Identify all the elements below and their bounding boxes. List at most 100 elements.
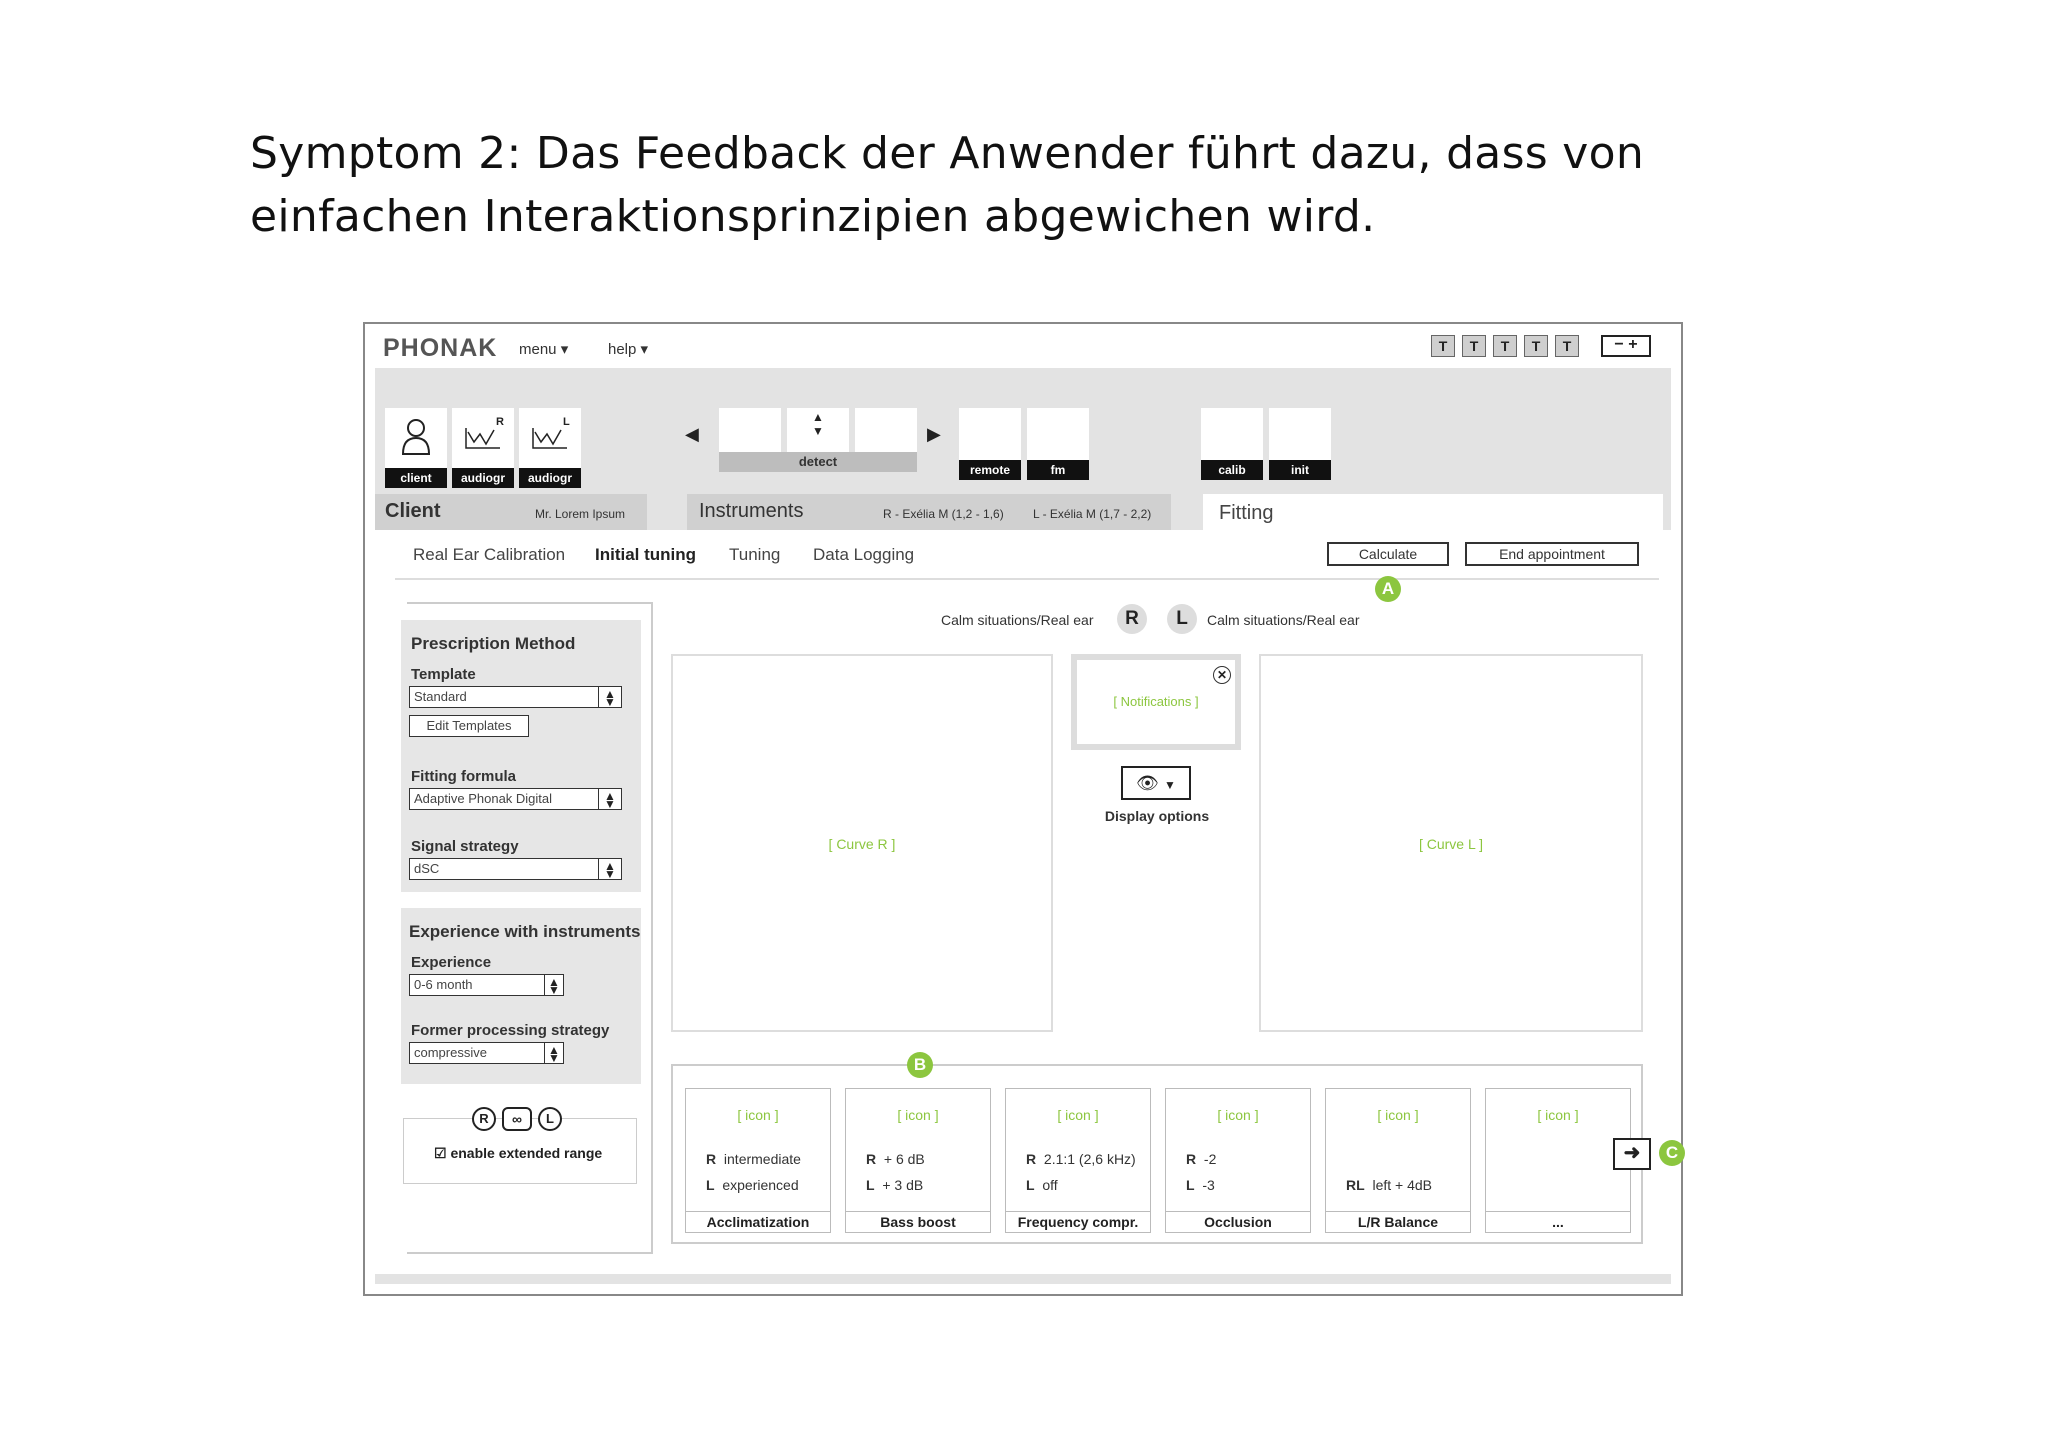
card-l-key: L (706, 1177, 715, 1193)
card-occlusion[interactable]: [ icon ] R -2 L -3 Occlusion (1165, 1088, 1311, 1233)
card-lr-balance[interactable]: [ icon ] RL left + 4dB L/R Balance (1325, 1088, 1471, 1233)
card-r-key: R (706, 1151, 717, 1167)
detect-button[interactable]: detect (719, 452, 917, 472)
client-tile (385, 408, 447, 468)
card-l-key: L (866, 1177, 875, 1193)
experience-stepper[interactable]: ▲ ▼ (544, 974, 564, 996)
left-column-top-line (407, 602, 653, 604)
former-strategy-select[interactable]: compressive (409, 1042, 545, 1064)
up-down-icon: ▲ ▼ (812, 410, 824, 438)
tab-fitting-title: Fitting (1219, 502, 1274, 524)
tab-fitting[interactable]: Fitting (1203, 494, 1663, 530)
card-r-key: R (1026, 1151, 1037, 1167)
chevron-down-icon: ▾ (560, 341, 569, 358)
card-more[interactable]: [ icon ] ... (1485, 1088, 1631, 1233)
experience-select[interactable]: 0-6 month (409, 974, 545, 996)
signal-strategy-select[interactable]: dSC (409, 858, 599, 880)
menu-dropdown[interactable]: menu ▾ (519, 340, 568, 358)
card-icon-placeholder: [ icon ] (1377, 1107, 1419, 1123)
template-select[interactable]: Standard (409, 686, 599, 708)
speaker-right-icon[interactable]: ▶ (927, 424, 941, 445)
init-slot (1269, 408, 1331, 460)
card-r-value: -2 (1203, 1151, 1217, 1167)
fitting-formula-stepper[interactable]: ▲ ▼ (598, 788, 622, 810)
speaker-left-icon[interactable]: ◀ (685, 424, 699, 445)
text-size-button-4[interactable]: T (1524, 335, 1548, 357)
signal-strategy-stepper[interactable]: ▲ ▼ (598, 858, 622, 880)
init-button[interactable]: init (1269, 408, 1331, 480)
extended-range-box: R ∞ L ☑ enable extended range (403, 1107, 637, 1184)
client-tool-button[interactable]: client (385, 408, 447, 488)
audiogram-r-button[interactable]: R audiogr (452, 408, 514, 488)
remote-label: remote (959, 460, 1021, 480)
phonak-logo: PHONAK (383, 334, 498, 362)
right-ear-button[interactable]: R (1117, 604, 1147, 634)
card-title: L/R Balance (1326, 1211, 1470, 1232)
audiogram-r-tile: R (452, 408, 514, 468)
calib-button[interactable]: calib (1201, 408, 1263, 480)
former-strategy-stepper[interactable]: ▲ ▼ (544, 1042, 564, 1064)
tab-client[interactable]: Client Mr. Lorem Ipsum (375, 494, 647, 530)
subnav-initial-tuning[interactable]: Initial tuning (595, 545, 696, 565)
notifications-placeholder: [ Notifications ] (1113, 694, 1199, 709)
zoom-control[interactable]: − + (1601, 335, 1651, 357)
card-l-key: L (1026, 1177, 1035, 1193)
card-r-key: R (866, 1151, 877, 1167)
fitting-formula-select[interactable]: Adaptive Phonak Digital (409, 788, 599, 810)
extended-range-checkbox[interactable]: ☑ enable extended range (434, 1145, 602, 1162)
template-stepper[interactable]: ▲ ▼ (598, 686, 622, 708)
text-size-button-5[interactable]: T (1555, 335, 1579, 357)
signal-strategy-label: Signal strategy (411, 838, 519, 855)
card-r-value: + 6 dB (883, 1151, 925, 1167)
card-title: ... (1486, 1211, 1630, 1232)
app-window: PHONAK menu ▾ help ▾ T T T T T − + clien… (363, 322, 1685, 1296)
subnav-data-logging[interactable]: Data Logging (813, 545, 914, 565)
ear-both-toggle[interactable]: ∞ (502, 1107, 532, 1131)
card-bass-boost[interactable]: [ icon ] R + 6 dB L + 3 dB Bass boost (845, 1088, 991, 1233)
card-icon-placeholder: [ icon ] (737, 1107, 779, 1123)
end-appointment-button[interactable]: End appointment (1465, 542, 1639, 566)
text-size-button-3[interactable]: T (1493, 335, 1517, 357)
instrument-l: L - Exélia M (1,7 - 2,2) (1033, 507, 1152, 521)
next-arrow-button[interactable]: ➜ (1613, 1138, 1651, 1170)
heading-line-1: Symptom 2: Das Feedback der Anwender füh… (250, 128, 1645, 179)
curve-r-placeholder: [ Curve R ] (828, 836, 896, 852)
ear-r-toggle[interactable]: R (472, 1107, 496, 1131)
fm-slot (1027, 408, 1089, 460)
notifications-panel: ✕ [ Notifications ] (1071, 654, 1241, 750)
calculate-button[interactable]: Calculate (1327, 542, 1449, 566)
help-dropdown[interactable]: help ▾ (608, 340, 648, 358)
left-ear-button[interactable]: L (1167, 604, 1197, 634)
close-icon[interactable]: ✕ (1213, 666, 1231, 684)
card-l-value: experienced (722, 1177, 799, 1193)
curve-l-chart[interactable]: [ Curve L ] (1259, 654, 1643, 1032)
badge-b: B (907, 1052, 933, 1078)
card-icon-placeholder: [ icon ] (1537, 1107, 1579, 1123)
fm-button[interactable]: fm (1027, 408, 1089, 480)
remote-button[interactable]: remote (959, 408, 1021, 480)
situation-r-label: Calm situations/Real ear (941, 612, 1094, 628)
subnav-real-ear-calibration[interactable]: Real Ear Calibration (413, 545, 565, 565)
card-frequency-compression[interactable]: [ icon ] R 2.1:1 (2,6 kHz) L off Frequen… (1005, 1088, 1151, 1233)
client-name: Mr. Lorem Ipsum (535, 507, 626, 521)
situation-l-label: Calm situations/Real ear (1207, 612, 1360, 628)
card-acclimatization[interactable]: [ icon ] R intermediate L experienced Ac… (685, 1088, 831, 1233)
experience-title: Experience with instruments (409, 922, 641, 941)
display-options-button[interactable]: 👁 ▼ (1121, 766, 1191, 800)
text-size-button-1[interactable]: T (1431, 335, 1455, 357)
ear-l-toggle[interactable]: L (538, 1107, 562, 1131)
audiogram-l-button[interactable]: L audiogr (519, 408, 581, 488)
curve-r-chart[interactable]: [ Curve R ] (671, 654, 1053, 1032)
chevron-down-icon: ▼ (1163, 778, 1176, 792)
subnav-tuning[interactable]: Tuning (729, 545, 780, 565)
card-title: Bass boost (846, 1211, 990, 1232)
help-label: help (608, 341, 637, 358)
audiogram-r-label: audiogr (452, 468, 514, 488)
card-title: Occlusion (1166, 1211, 1310, 1232)
left-column-right-line (651, 602, 653, 1254)
text-size-button-2[interactable]: T (1462, 335, 1486, 357)
experience-box: Experience with instruments Experience 0… (401, 908, 641, 1084)
instrument-r: R - Exélia M (1,2 - 1,6) (883, 507, 1004, 521)
tab-instruments[interactable]: Instruments R - Exélia M (1,2 - 1,6) L -… (687, 494, 1171, 530)
edit-templates-button[interactable]: Edit Templates (409, 715, 529, 737)
